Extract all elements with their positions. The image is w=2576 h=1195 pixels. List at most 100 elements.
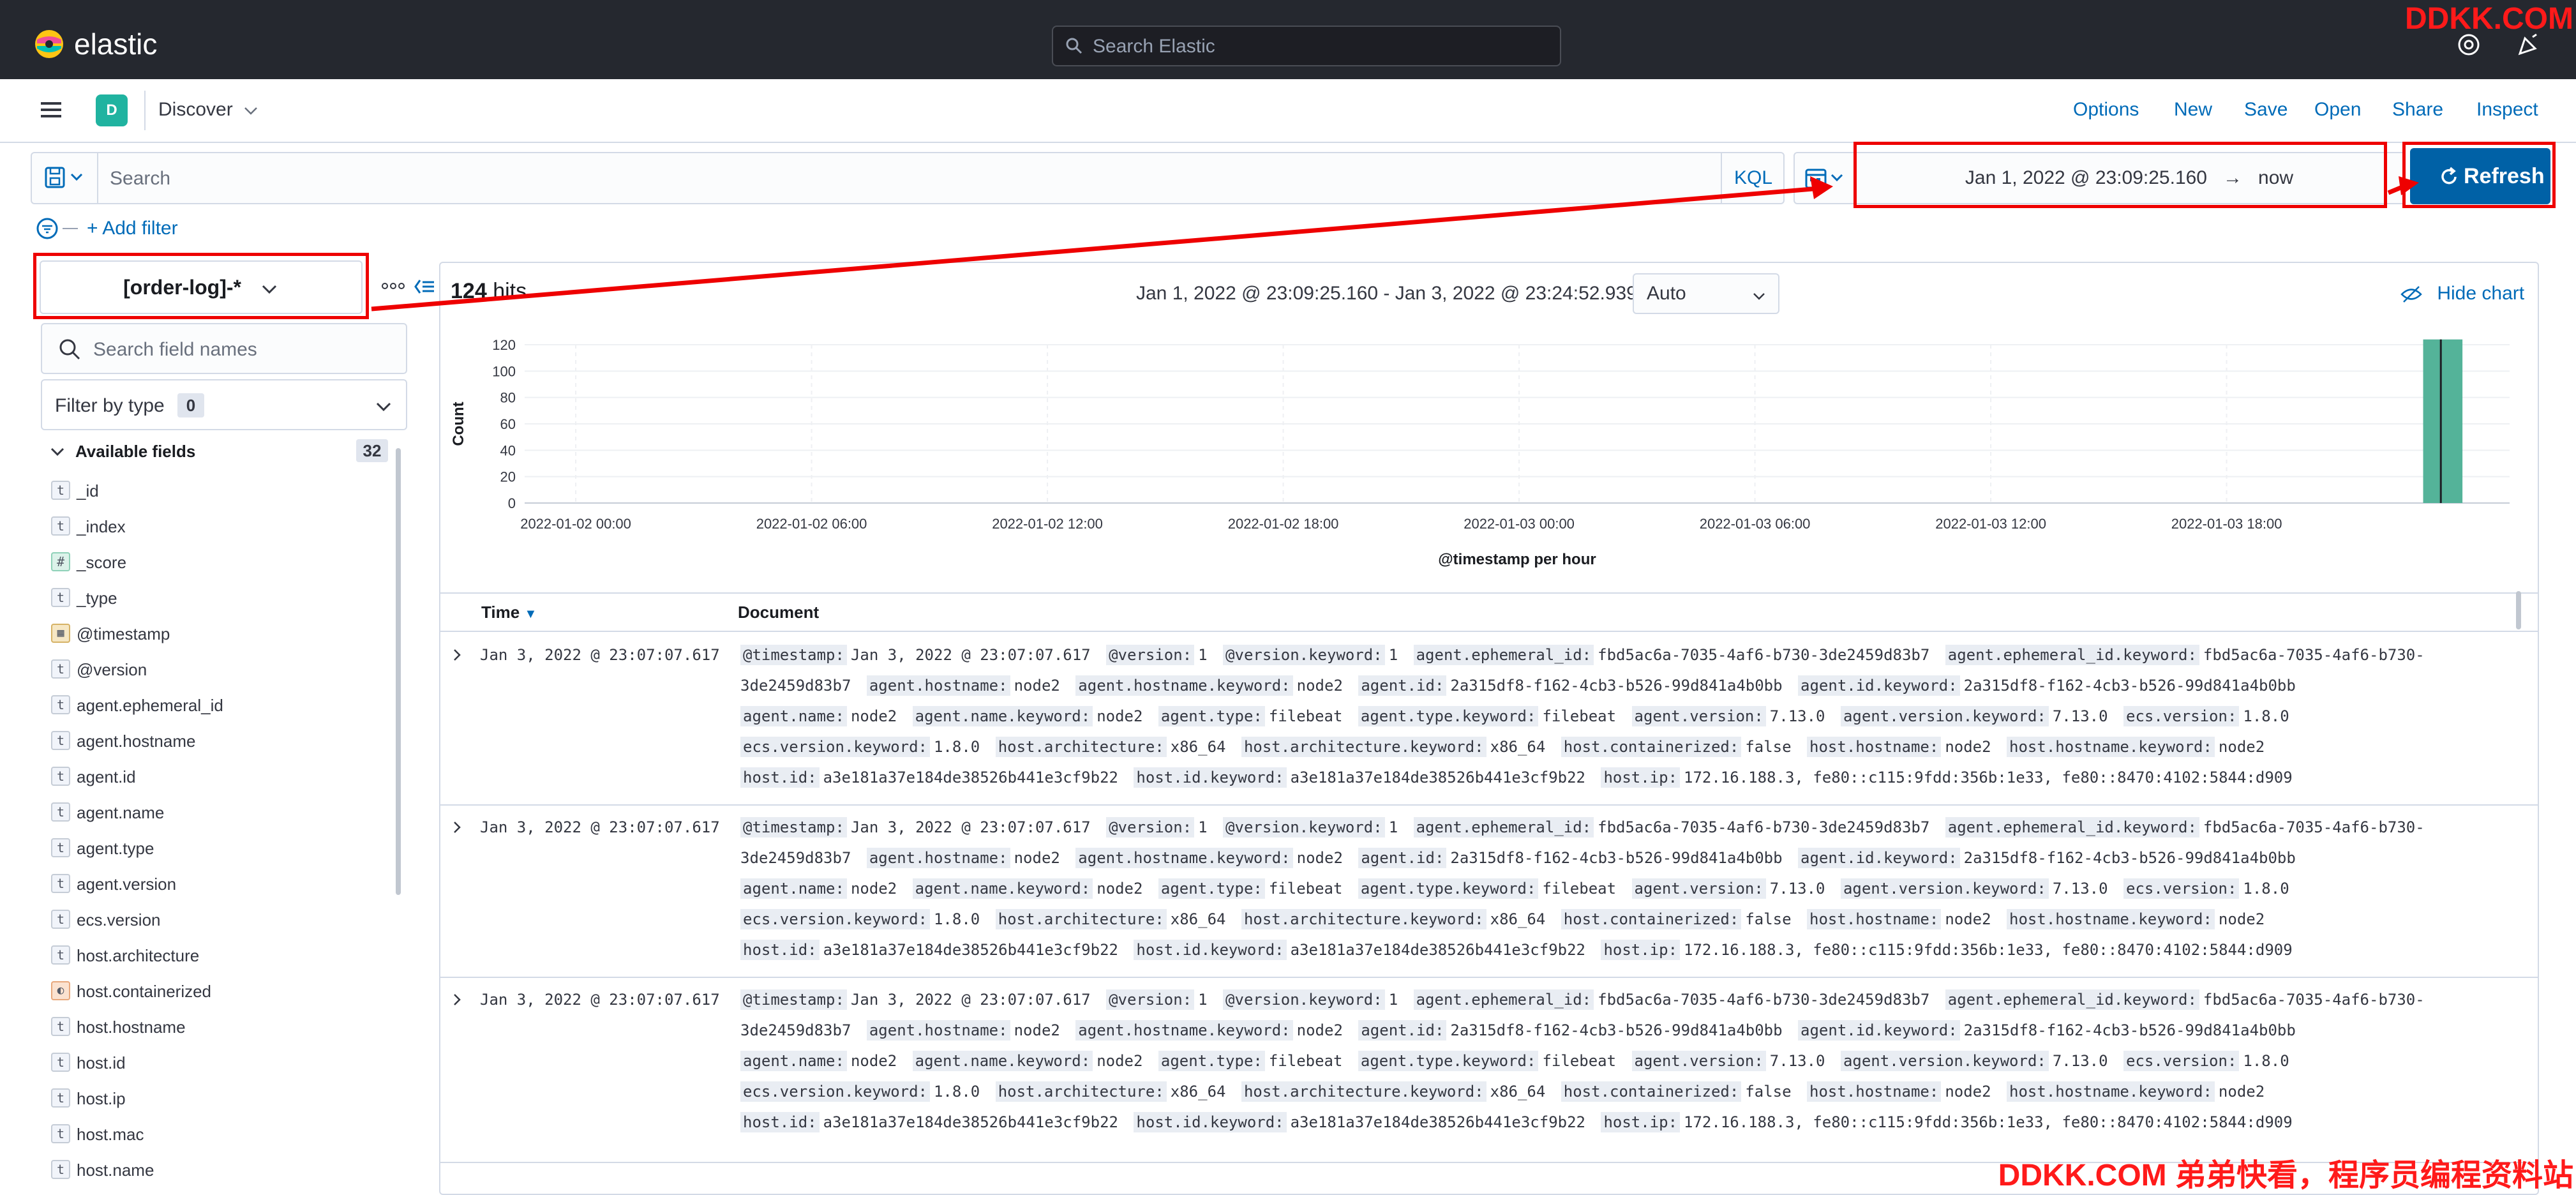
doc-field-value: 7.13.0 <box>1769 880 1825 898</box>
field-item[interactable]: t agent.type <box>51 831 383 867</box>
field-item[interactable]: t host.architecture <box>51 938 383 974</box>
field-name: _index <box>77 517 126 536</box>
doc-field-value: 7.13.0 <box>2052 880 2108 898</box>
field-item[interactable]: t @version <box>51 652 383 688</box>
save-disk-icon <box>45 167 83 188</box>
doc-field-value: node2 <box>1097 880 1143 898</box>
field-name: host.name <box>77 1161 154 1180</box>
field-item[interactable]: ▦ @timestamp <box>51 617 383 652</box>
filter-by-type-button[interactable]: Filter by type 0 <box>41 379 407 430</box>
table-scrollbar[interactable] <box>2516 591 2521 629</box>
sidebar-scrollbar[interactable] <box>396 448 401 895</box>
field-item[interactable]: t host.name <box>51 1153 383 1189</box>
field-item[interactable]: t agent.version <box>51 867 383 903</box>
expand-row-icon[interactable] <box>449 820 465 835</box>
options-link[interactable]: Options <box>2073 98 2139 121</box>
menu-icon[interactable] <box>38 97 64 123</box>
global-search-input[interactable]: Search Elastic <box>1052 26 1561 66</box>
doc-field-value: 1 <box>1388 818 1398 836</box>
chart-time-range: Jan 1, 2022 @ 23:09:25.160 - Jan 3, 2022… <box>1136 283 1637 304</box>
add-filter-button[interactable]: + Add filter <box>87 217 178 240</box>
available-fields-count: 32 <box>356 439 388 462</box>
more-options-icon[interactable] <box>382 281 405 291</box>
index-pattern-selector[interactable]: [order-log]-* <box>40 260 363 314</box>
field-name: agent.ephemeral_id <box>77 696 223 715</box>
doc-field-value: 1 <box>1388 646 1398 664</box>
field-name: host.hostname <box>77 1018 186 1037</box>
available-fields-label[interactable]: Available fields <box>75 440 195 462</box>
field-item[interactable]: t ecs.version <box>51 903 383 938</box>
histogram-chart: 0 20 40 60 80 100 120 2022-01-02 00:00 2022-01-0… <box>450 337 2510 568</box>
doc-field-value: 7.13.0 <box>2052 1052 2108 1070</box>
calendar-icon <box>1805 169 1843 189</box>
x-tick-label: 2022-01-02 18:00 <box>1228 516 1339 532</box>
elastic-logo-icon[interactable] <box>33 28 65 60</box>
brand-name[interactable]: elastic <box>74 28 157 60</box>
expand-row-icon[interactable] <box>449 992 465 1007</box>
string-type-icon: t <box>51 1017 70 1036</box>
string-type-icon: t <box>51 767 70 786</box>
field-name: _type <box>77 589 117 608</box>
y-tick-label: 120 <box>492 337 516 353</box>
space-avatar[interactable]: D <box>96 94 128 126</box>
field-item[interactable]: t _index <box>51 509 383 545</box>
filter-options-icon[interactable] <box>34 216 83 241</box>
chevron-down-icon[interactable] <box>49 443 66 461</box>
quick-date-picker-button[interactable] <box>1793 152 1856 204</box>
doc-field-key: agent.ephemeral_id.keyword: <box>1945 989 2199 1010</box>
doc-field-key: host.id.keyword: <box>1134 1112 1287 1132</box>
field-name: ecs.version <box>77 910 161 929</box>
doc-field-key: agent.type.keyword: <box>1358 706 1539 726</box>
expand-row-icon[interactable] <box>449 647 465 663</box>
field-item[interactable]: t agent.hostname <box>51 724 383 760</box>
field-search-input[interactable]: Search field names <box>41 323 407 374</box>
doc-field-key: agent.ephemeral_id: <box>1413 645 1594 665</box>
field-item[interactable]: t agent.id <box>51 760 383 795</box>
doc-field-key: agent.name: <box>740 1051 847 1071</box>
chevron-down-icon[interactable] <box>243 102 259 119</box>
doc-field-key: agent.id.keyword: <box>1798 1020 1960 1041</box>
doc-field-key: host.id.keyword: <box>1134 940 1287 960</box>
breadcrumb[interactable]: Discover <box>158 98 233 121</box>
doc-field-value: filebeat <box>1268 880 1343 898</box>
field-item[interactable]: t agent.name <box>51 795 383 831</box>
string-type-icon: t <box>51 910 70 929</box>
doc-field-value: x86_64 <box>1490 910 1546 928</box>
field-item[interactable]: t host.id <box>51 1046 383 1081</box>
index-pattern-label: [order-log]-* <box>123 276 241 299</box>
string-type-icon: t <box>51 659 70 679</box>
field-item[interactable]: ◐ host.containerized <box>51 974 383 1010</box>
hide-chart-button[interactable]: Hide chart <box>2400 282 2524 305</box>
field-name: _score <box>77 553 127 572</box>
doc-field-value: node2 <box>1945 1083 1991 1101</box>
interval-select[interactable]: Auto <box>1633 273 1779 314</box>
inspect-link[interactable]: Inspect <box>2476 98 2538 121</box>
share-link[interactable]: Share <box>2392 98 2443 121</box>
field-item[interactable]: t host.ip <box>51 1081 383 1117</box>
new-link[interactable]: New <box>2174 98 2212 121</box>
field-item[interactable]: t _id <box>51 474 383 509</box>
doc-field-value: 2a315df8-f162-4cb3-b526-99d841a4b0bb <box>1450 677 1783 695</box>
query-language-button[interactable]: KQL <box>1721 153 1785 203</box>
doc-field-key: host.hostname.keyword: <box>2007 909 2215 929</box>
column-time[interactable]: Time ▼ <box>481 603 537 624</box>
field-search-placeholder: Search field names <box>93 339 257 360</box>
doc-field-value: a3e181a37e184de38526b441e3cf9b22 <box>823 941 1118 959</box>
query-input[interactable]: Search <box>110 167 170 190</box>
field-name: @timestamp <box>77 624 170 643</box>
saved-query-button[interactable] <box>32 153 98 203</box>
field-item[interactable]: t host.mac <box>51 1117 383 1153</box>
field-item[interactable]: # _score <box>51 545 383 581</box>
sort-down-icon[interactable]: ▼ <box>524 607 537 621</box>
open-link[interactable]: Open <box>2314 98 2361 121</box>
doc-field-key: host.hostname.keyword: <box>2007 1081 2215 1102</box>
collapse-sidebar-icon[interactable] <box>414 277 435 296</box>
column-document: Document <box>738 603 820 622</box>
save-link[interactable]: Save <box>2244 98 2288 121</box>
field-item[interactable]: t _type <box>51 581 383 617</box>
doc-field-value: 1.8.0 <box>2243 1052 2289 1070</box>
doc-field-key: agent.ephemeral_id: <box>1413 989 1594 1010</box>
field-item[interactable]: t host.hostname <box>51 1010 383 1046</box>
doc-field-key: @version: <box>1106 817 1195 838</box>
field-item[interactable]: t agent.ephemeral_id <box>51 688 383 724</box>
